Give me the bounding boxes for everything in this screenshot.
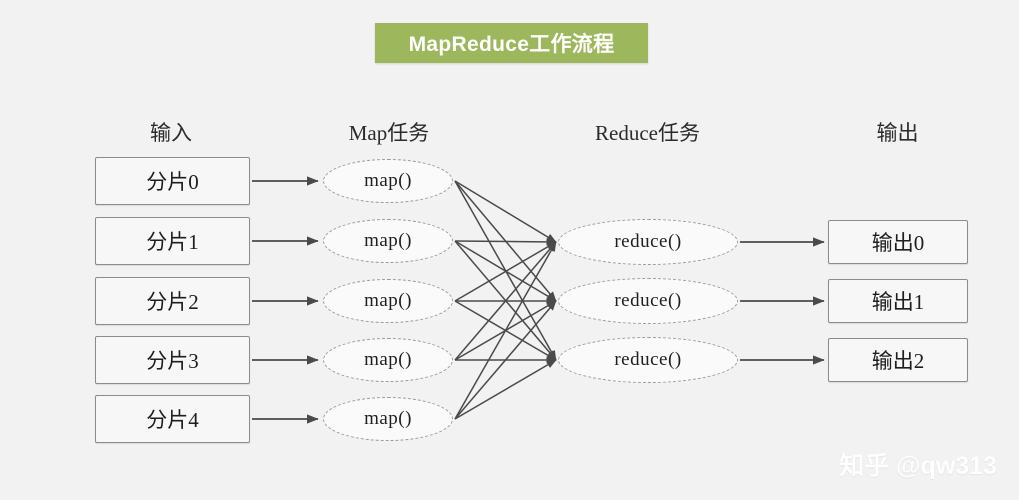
map-task-node[interactable]: map() [323, 219, 453, 263]
map-task-node[interactable]: map() [323, 338, 453, 382]
reduce-task-node[interactable]: reduce() [558, 278, 738, 324]
input-node[interactable]: 分片0 [95, 157, 250, 205]
output-node[interactable]: 输出2 [828, 338, 968, 382]
input-node[interactable]: 分片3 [95, 336, 250, 384]
map-task-node[interactable]: map() [323, 279, 453, 323]
map-task-node[interactable]: map() [323, 397, 453, 441]
input-node[interactable]: 分片1 [95, 217, 250, 265]
column-header-input: 输入 [150, 121, 192, 145]
map-task-label: map() [364, 290, 412, 311]
input-node-label: 分片0 [146, 170, 199, 194]
map-task-label: map() [364, 349, 412, 370]
output-node[interactable]: 输出0 [828, 220, 968, 264]
reduce-task-node[interactable]: reduce() [558, 337, 738, 383]
edges-reduce-to-output [740, 237, 825, 365]
input-node[interactable]: 分片4 [95, 395, 250, 443]
column-header-output: 输出 [876, 121, 919, 145]
input-node-label: 分片1 [146, 230, 199, 254]
reduce-task-label: reduce() [614, 349, 682, 370]
reduce-task-label: reduce() [614, 290, 682, 311]
reduce-task-node[interactable]: reduce() [558, 219, 738, 265]
page-title: MapReduce工作流程 [408, 33, 615, 56]
map-task-label: map() [364, 230, 412, 251]
edges-input-to-map [252, 176, 319, 424]
watermark: 知乎 @qw313 [839, 452, 997, 480]
diagram-canvas: MapReduce工作流程 输入 Map任务 Reduce任务 输出 分片0 分… [0, 0, 1019, 500]
input-node-label: 分片3 [146, 349, 199, 373]
input-node-label: 分片4 [146, 408, 199, 432]
map-task-label: map() [364, 170, 412, 191]
edges-map-to-reduce [454, 180, 557, 420]
output-node[interactable]: 输出1 [828, 279, 968, 323]
map-task-label: map() [364, 408, 412, 429]
output-node-label: 输出0 [871, 231, 925, 255]
map-task-node[interactable]: map() [323, 159, 453, 203]
input-node-label: 分片2 [146, 290, 199, 314]
reduce-task-label: reduce() [614, 231, 682, 252]
column-header-map: Map任务 [348, 121, 430, 145]
column-header-reduce: Reduce任务 [595, 121, 700, 145]
input-node[interactable]: 分片2 [95, 277, 250, 325]
output-node-label: 输出2 [871, 349, 925, 373]
diagram-title-banner: MapReduce工作流程 [375, 23, 648, 63]
output-node-label: 输出1 [871, 290, 925, 314]
